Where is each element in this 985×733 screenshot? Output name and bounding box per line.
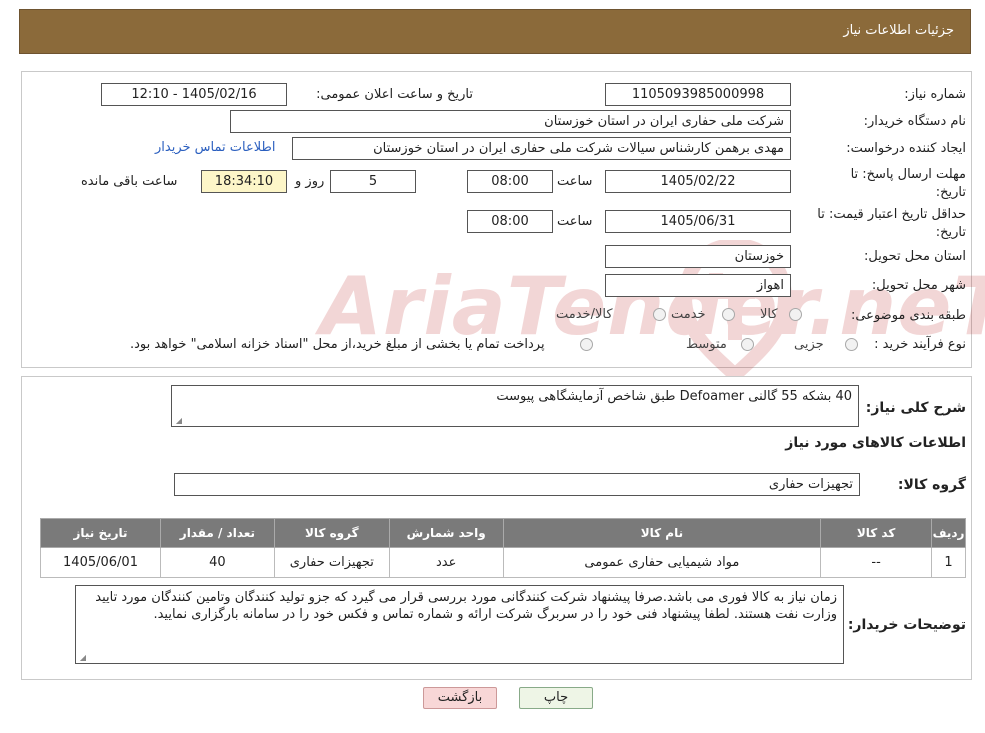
creator-label: ایجاد کننده درخواست:	[846, 141, 966, 156]
col-header-row-no: ردیف	[931, 518, 966, 548]
goods-group-field: تجهیزات حفاری	[174, 473, 860, 496]
back-button[interactable]: بازگشت	[423, 687, 497, 709]
category-option-goods: کالا	[760, 307, 778, 322]
deadline-date-field: 1405/02/22	[605, 170, 791, 193]
province-field: خوزستان	[605, 245, 791, 268]
validity-time-label: ساعت	[557, 214, 593, 229]
col-header-name: نام کالا	[502, 518, 822, 548]
creator-field: مهدی برهمن کارشناس سیالات شرکت ملی حفاری…	[292, 137, 791, 160]
page-header: جزئیات اطلاعات نیاز	[19, 9, 971, 54]
buyer-org-label: نام دستگاه خریدار:	[863, 114, 966, 129]
cell-name: مواد شیمیایی حفاری عمومی	[502, 547, 822, 578]
city-field: اهواز	[605, 274, 791, 297]
print-button[interactable]: چاپ	[519, 687, 593, 709]
table-header-row: ردیف کد کالا نام کالا واحد شمارش گروه کا…	[40, 518, 966, 548]
cell-row-no: 1	[931, 547, 966, 578]
validity-date-field: 1405/06/31	[605, 210, 791, 233]
validity-time-field: 08:00	[467, 210, 553, 233]
col-header-unit: واحد شمارش	[388, 518, 504, 548]
category-label: طبقه بندی موضوعی:	[850, 308, 966, 323]
category-option-goods-service: کالا/خدمت	[556, 307, 613, 322]
cell-code: --	[820, 547, 933, 578]
summary-field[interactable]: 40 بشکه 55 گالنی Defoamer طبق شاخص آزمای…	[171, 385, 859, 427]
page-title: جزئیات اطلاعات نیاز	[843, 23, 954, 38]
cell-qty: 40	[160, 547, 275, 578]
process-type-label: نوع فرآیند خرید :	[874, 337, 966, 352]
process-radio-minor[interactable]	[845, 338, 858, 351]
col-header-group: گروه کالا	[273, 518, 390, 548]
validity-label: حداقل تاریخ اعتبار قیمت: تا تاریخ:	[817, 207, 966, 240]
remaining-time-field: 18:34:10	[201, 170, 287, 193]
need-number-field: 1105093985000998	[605, 83, 791, 106]
category-radio-service[interactable]	[722, 308, 735, 321]
days-field: 5	[330, 170, 416, 193]
process-option-minor: جزیی	[794, 337, 824, 352]
buyer-notes-field[interactable]: زمان نیاز به کالا فوری می باشد.صرفا پیشن…	[75, 585, 844, 664]
goods-group-label: گروه کالا:	[897, 477, 966, 493]
days-label: روز و	[295, 174, 325, 189]
deadline-time-label: ساعت	[557, 174, 593, 189]
cell-unit: عدد	[388, 547, 504, 578]
announce-label: تاریخ و ساعت اعلان عمومی:	[316, 87, 473, 102]
col-header-date: تاریخ نیاز	[40, 518, 161, 548]
cell-group: تجهیزات حفاری	[273, 547, 390, 578]
buyer-notes-text: زمان نیاز به کالا فوری می باشد.صرفا پیشن…	[95, 590, 837, 622]
buyer-org-field: شرکت ملی حفاری ایران در استان خوزستان	[230, 110, 791, 133]
province-label: استان محل تحویل:	[864, 249, 966, 264]
process-note: پرداخت تمام یا بخشی از مبلغ خرید،از محل …	[130, 337, 545, 352]
city-label: شهر محل تحویل:	[871, 278, 966, 293]
need-number-label: شماره نیاز:	[904, 87, 966, 102]
col-header-qty: تعداد / مقدار	[160, 518, 275, 548]
table-row: 1 -- مواد شیمیایی حفاری عمومی عدد تجهیزا…	[40, 547, 966, 578]
goods-table: ردیف کد کالا نام کالا واحد شمارش گروه کا…	[40, 518, 966, 578]
category-option-service: خدمت	[671, 307, 706, 322]
process-option-medium: متوسط	[686, 337, 727, 352]
summary-label: شرح کلی نیاز:	[865, 400, 966, 416]
deadline-time-field: 08:00	[467, 170, 553, 193]
summary-text: 40 بشکه 55 گالنی Defoamer طبق شاخص آزمای…	[496, 389, 852, 404]
process-checkbox-treasury[interactable]	[580, 338, 593, 351]
announce-field: 1405/02/16 - 12:10	[101, 83, 287, 106]
resize-grip-icon[interactable]: ◢	[174, 417, 182, 425]
col-header-code: کد کالا	[820, 518, 933, 548]
category-radio-goods-service[interactable]	[653, 308, 666, 321]
buyer-contact-link[interactable]: اطلاعات تماس خریدار	[155, 140, 275, 155]
goods-info-title: اطلاعات کالاهای مورد نیاز	[785, 435, 966, 451]
category-radio-goods[interactable]	[789, 308, 802, 321]
cell-date: 1405/06/01	[40, 547, 161, 578]
resize-grip-icon[interactable]: ◢	[78, 654, 86, 662]
deadline-label: مهلت ارسال پاسخ: تا تاریخ:	[850, 167, 966, 200]
process-radio-medium[interactable]	[741, 338, 754, 351]
remaining-label: ساعت باقی مانده	[81, 174, 178, 189]
buyer-notes-label: توضیحات خریدار:	[847, 617, 966, 633]
